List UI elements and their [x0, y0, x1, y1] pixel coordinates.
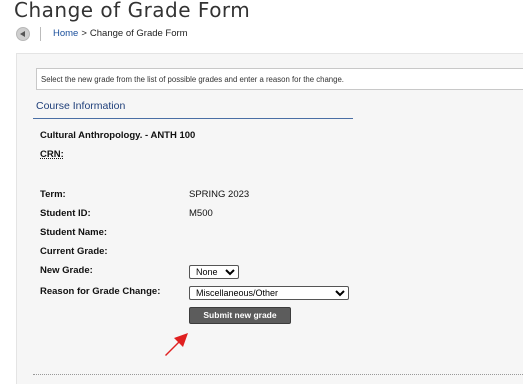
breadcrumb-current: Change of Grade Form: [89, 28, 188, 39]
breadcrumb: Home > Change of Grade Form: [53, 28, 188, 39]
term-label: Term:: [40, 189, 66, 200]
current-grade-label: Current Grade:: [40, 246, 108, 257]
new-grade-select[interactable]: None: [189, 265, 239, 279]
instructions-box: Select the new grade from the list of po…: [36, 68, 523, 90]
reason-label: Reason for Grade Change:: [40, 286, 161, 297]
student-id-label: Student ID:: [40, 208, 91, 219]
term-value: SPRING 2023: [189, 189, 250, 200]
course-title: Cultural Anthropology. - ANTH 100: [40, 130, 196, 141]
section-title: Course Information: [36, 100, 126, 112]
submit-new-grade-button[interactable]: Submit new grade: [189, 307, 291, 324]
bottom-divider: [33, 374, 523, 375]
nav-bar: Home > Change of Grade Form: [0, 22, 523, 46]
section-divider: [33, 118, 353, 119]
reason-select[interactable]: Miscellaneous/Other: [189, 286, 349, 300]
breadcrumb-home-link[interactable]: Home: [53, 28, 78, 39]
red-arrow-icon: [165, 333, 188, 356]
student-id-value: M500: [189, 208, 213, 219]
page-title: Change of Grade Form: [14, 0, 251, 22]
crn-label: CRN:: [40, 149, 64, 160]
back-arrow-icon[interactable]: [16, 27, 30, 41]
nav-divider: [40, 27, 41, 41]
new-grade-label: New Grade:: [40, 265, 93, 276]
form-panel: Select the new grade from the list of po…: [16, 53, 523, 384]
student-name-label: Student Name:: [40, 227, 108, 238]
breadcrumb-separator: >: [81, 28, 87, 39]
